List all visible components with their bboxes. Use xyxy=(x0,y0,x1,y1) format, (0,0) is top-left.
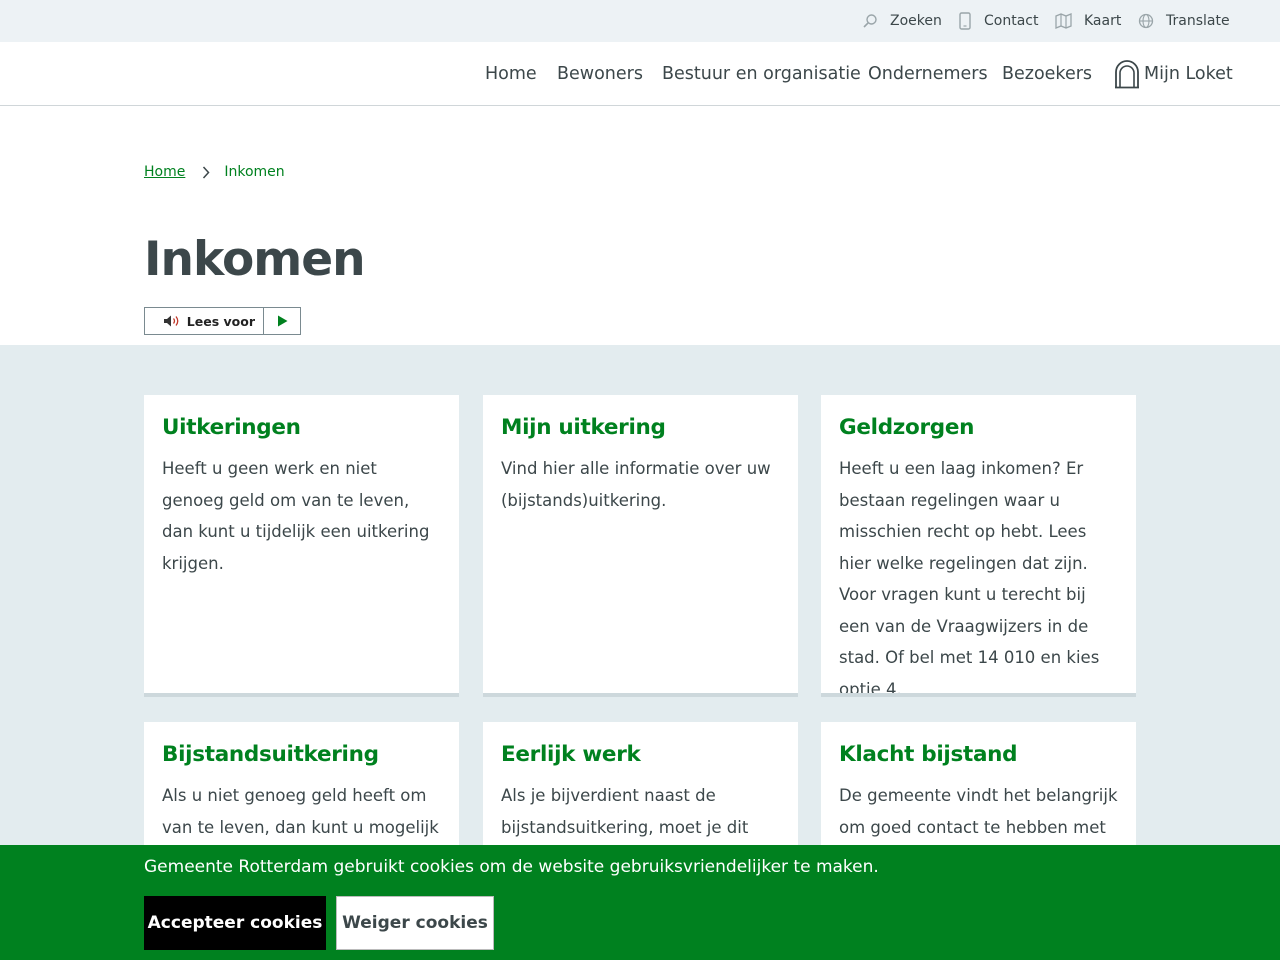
mijn-loket-link[interactable]: Mijn Loket xyxy=(1114,42,1233,105)
card-text: Vind hier alle informatie over uw (bijst… xyxy=(501,459,771,510)
utility-bar: Zoeken Contact Kaart Translate xyxy=(0,0,1280,42)
card-text: Heeft u een laag inkomen? Er bestaan reg… xyxy=(839,459,1100,697)
play-icon xyxy=(277,315,287,327)
card-text: Als je bijverdient naast de bijstandsuit… xyxy=(501,786,749,837)
main-nav: Home Bewoners Bestuur en organisatie Ond… xyxy=(0,42,1280,106)
mijn-loket-label: Mijn Loket xyxy=(1144,63,1233,84)
chevron-right-icon xyxy=(202,165,210,179)
contact-link-label: Contact xyxy=(984,13,1039,29)
read-aloud-widget: Lees voor xyxy=(144,307,301,335)
search-link[interactable]: Zoeken xyxy=(862,0,942,42)
card-title: Klacht bijstand xyxy=(839,742,1018,767)
nav-item-bestuur[interactable]: Bestuur en organisatie xyxy=(662,42,861,105)
read-aloud-label: Lees voor xyxy=(186,313,255,329)
card-geldzorgen[interactable]: Geldzorgen Heeft u een laag inkomen? Er … xyxy=(821,395,1136,697)
loket-icon xyxy=(1115,59,1139,88)
play-button[interactable] xyxy=(264,308,300,334)
cookie-message: Gemeente Rotterdam gebruikt cookies om d… xyxy=(144,857,879,877)
nav-item-bewoners[interactable]: Bewoners xyxy=(557,42,643,105)
phone-icon xyxy=(959,12,971,30)
contact-link[interactable]: Contact xyxy=(958,0,1038,42)
speaker-icon xyxy=(163,315,179,327)
card-mijn-uitkering[interactable]: Mijn uitkering Vind hier alle informatie… xyxy=(483,395,798,697)
nav-item-home[interactable]: Home xyxy=(485,42,537,105)
breadcrumb: Home Inkomen xyxy=(144,160,285,184)
card-title: Eerlijk werk xyxy=(501,742,641,767)
card-text: Als u niet genoeg geld heeft om van te l… xyxy=(162,786,439,837)
map-icon xyxy=(1055,13,1072,29)
card-uitkeringen[interactable]: Uitkeringen Heeft u geen werk en niet ge… xyxy=(144,395,459,697)
page-title: Inkomen xyxy=(144,232,366,287)
nav-item-bezoekers[interactable]: Bezoekers xyxy=(1002,42,1092,105)
nav-item-ondernemers[interactable]: Ondernemers xyxy=(868,42,988,105)
search-icon xyxy=(863,14,877,28)
card-title: Geldzorgen xyxy=(839,415,975,440)
breadcrumb-current: Inkomen xyxy=(224,164,285,180)
cookie-banner: Gemeente Rotterdam gebruikt cookies om d… xyxy=(0,845,1280,960)
map-link[interactable]: Kaart xyxy=(1055,0,1121,42)
map-link-label: Kaart xyxy=(1084,13,1122,29)
accept-cookies-button[interactable]: Accepteer cookies xyxy=(144,896,326,950)
translate-link-label: Translate xyxy=(1166,13,1230,29)
translate-link[interactable]: Translate xyxy=(1138,0,1230,42)
globe-icon xyxy=(1138,13,1154,29)
read-aloud-button[interactable]: Lees voor xyxy=(145,308,264,334)
card-title: Uitkeringen xyxy=(162,415,301,440)
card-title: Bijstandsuitkering xyxy=(162,742,379,767)
breadcrumb-home[interactable]: Home xyxy=(144,164,185,180)
search-link-label: Zoeken xyxy=(890,13,942,29)
card-text: Heeft u geen werk en niet genoeg geld om… xyxy=(162,459,430,573)
decline-cookies-button[interactable]: Weiger cookies xyxy=(336,896,494,950)
card-title: Mijn uitkering xyxy=(501,415,666,440)
